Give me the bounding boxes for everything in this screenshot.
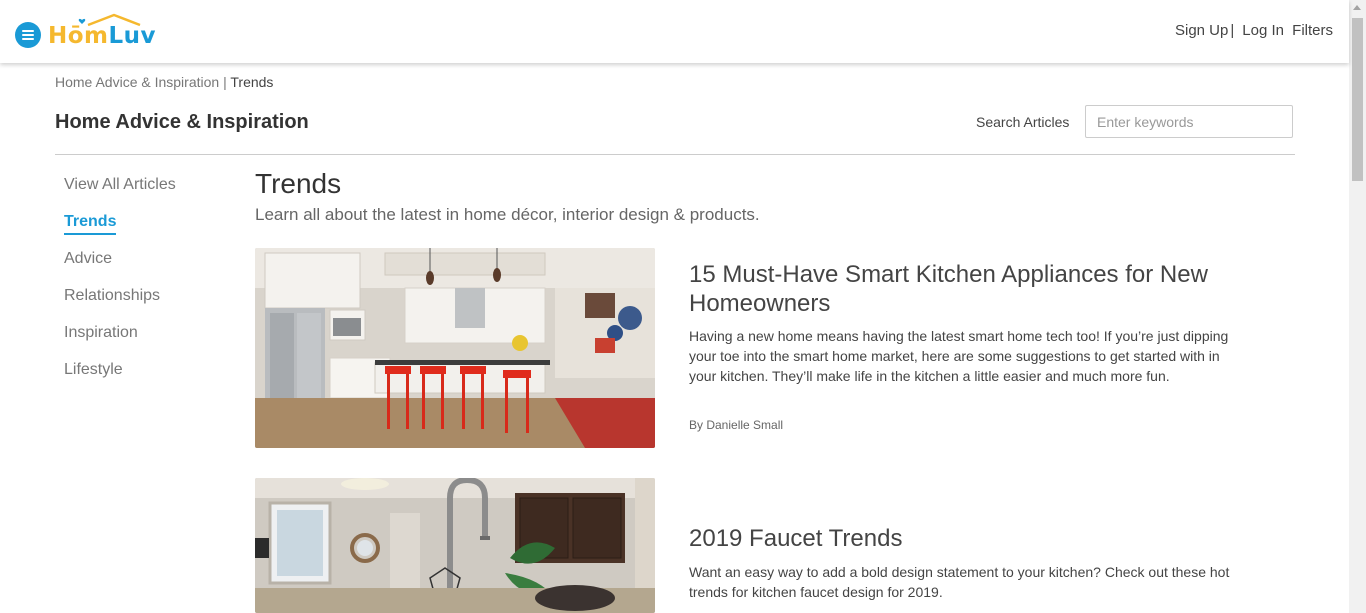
- breadcrumb-parent-link[interactable]: Home Advice & Inspiration: [55, 74, 219, 90]
- homluv-logo[interactable]: HōmLuv: [48, 22, 156, 50]
- page-scrollbar[interactable]: [1349, 0, 1366, 613]
- sidebar-item-label: Inspiration: [64, 324, 138, 341]
- search-label: Search Articles: [976, 114, 1070, 130]
- sidebar-item-label: Lifestyle: [64, 361, 123, 378]
- header-separator: |: [1230, 22, 1235, 39]
- page-subtitle: Learn all about the latest in home décor…: [255, 205, 760, 224]
- header-divider: [55, 154, 1295, 155]
- header-links: Sign Up | Log In Filters: [1175, 22, 1333, 39]
- signup-link[interactable]: Sign Up: [1175, 22, 1228, 39]
- site-header: HōmLuv Sign Up | Log In Filters: [0, 0, 1349, 63]
- category-sidebar: View All Articles Trends Advice Relation…: [64, 176, 176, 398]
- sidebar-item-view-all[interactable]: View All Articles: [64, 176, 176, 213]
- login-link[interactable]: Log In: [1242, 22, 1284, 39]
- breadcrumb: Home Advice & Inspiration | Trends: [55, 74, 273, 90]
- article-author: By Danielle Small: [689, 418, 784, 432]
- sidebar-item-label: View All Articles: [64, 176, 176, 193]
- page-title: Trends: [255, 168, 342, 199]
- menu-icon[interactable]: [15, 22, 41, 48]
- sidebar-item-advice[interactable]: Advice: [64, 250, 176, 287]
- article-description: Want an easy way to add a bold design st…: [689, 564, 1230, 600]
- sidebar-item-inspiration[interactable]: Inspiration: [64, 324, 176, 361]
- article-description: Having a new home means having the lates…: [689, 328, 1229, 384]
- breadcrumb-current: Trends: [230, 74, 274, 90]
- article-image-kitchen[interactable]: [255, 248, 655, 448]
- scrollbar-thumb[interactable]: [1352, 18, 1363, 181]
- sidebar-item-label: Advice: [64, 250, 113, 267]
- article-image-faucet[interactable]: [255, 478, 655, 613]
- section-title: Home Advice & Inspiration: [55, 111, 309, 133]
- filters-button[interactable]: Filters: [1292, 22, 1333, 39]
- breadcrumb-separator: |: [223, 74, 227, 90]
- article-title[interactable]: 2019 Faucet Trends: [689, 524, 1229, 553]
- search-input[interactable]: [1085, 105, 1293, 138]
- scroll-up-arrow-icon[interactable]: [1353, 5, 1361, 10]
- sidebar-item-label: Relationships: [64, 287, 161, 304]
- article-title[interactable]: 15 Must-Have Smart Kitchen Appliances fo…: [689, 260, 1229, 318]
- sidebar-item-trends[interactable]: Trends: [64, 213, 176, 250]
- sidebar-item-lifestyle[interactable]: Lifestyle: [64, 361, 176, 398]
- sidebar-item-relationships[interactable]: Relationships: [64, 287, 176, 324]
- sidebar-item-label: Trends: [64, 213, 117, 235]
